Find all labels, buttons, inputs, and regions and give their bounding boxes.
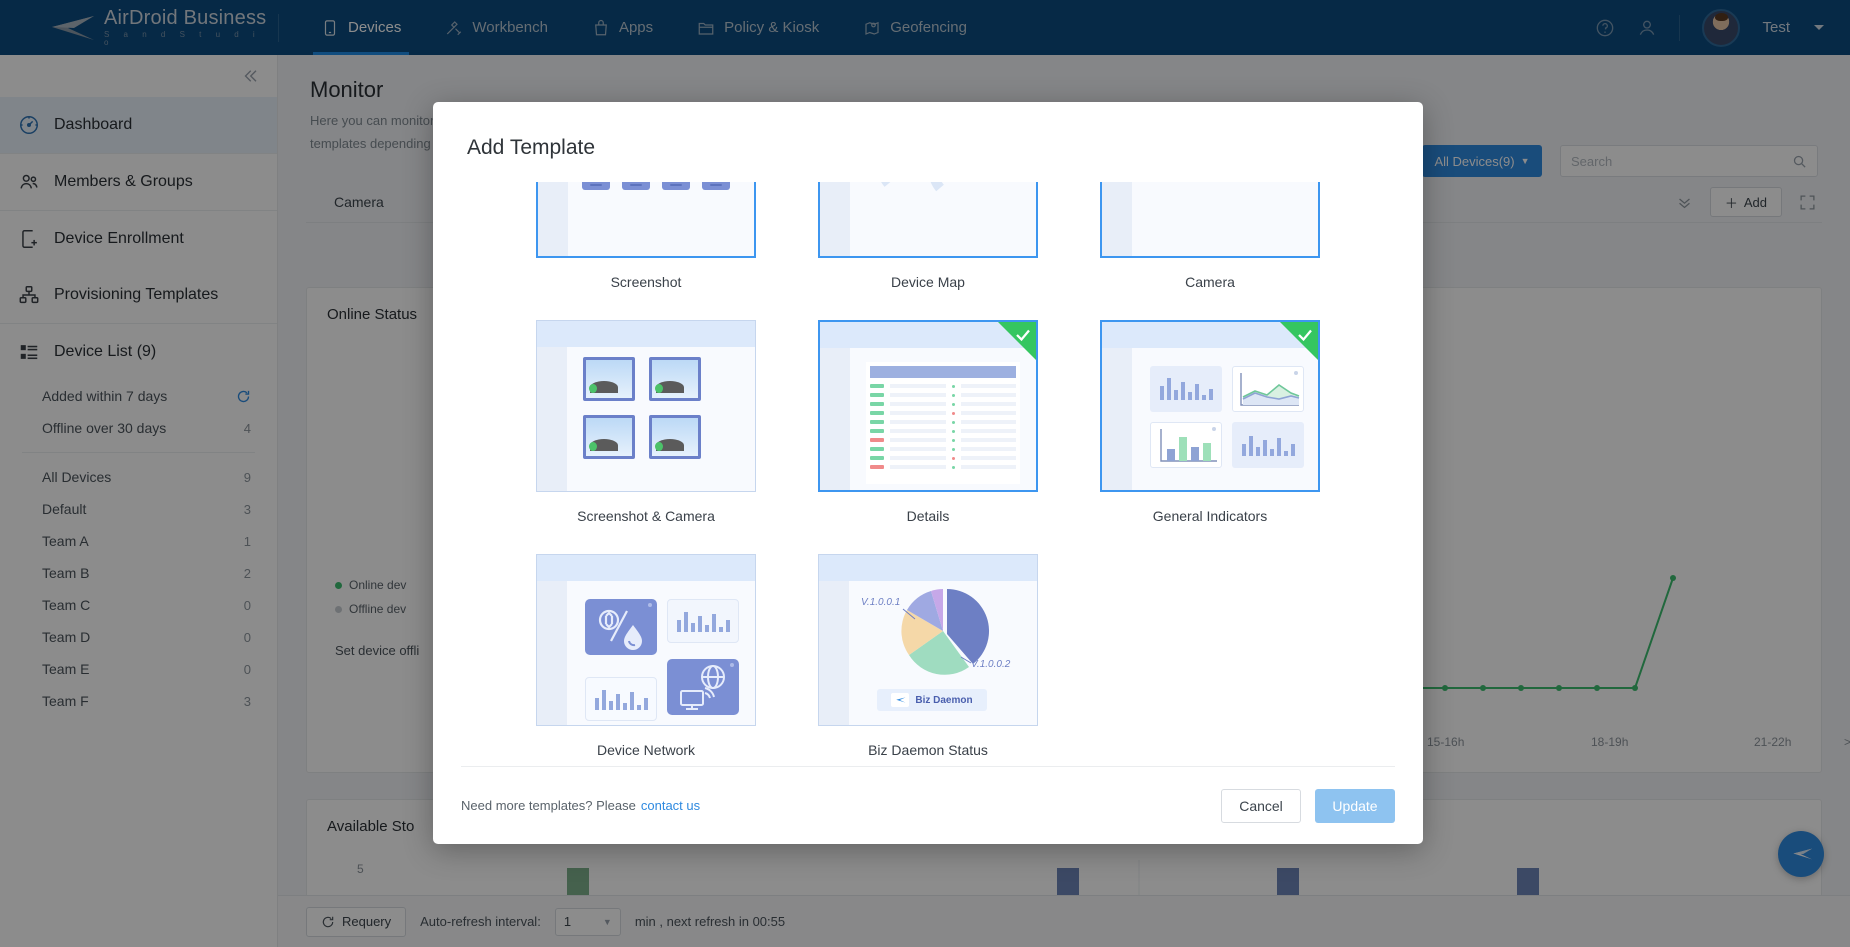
template-card-device-map[interactable]: Device Map (818, 182, 1038, 320)
template-thumb[interactable] (818, 182, 1038, 258)
template-label: Screenshot & Camera (577, 508, 715, 524)
template-label: Camera (1185, 274, 1235, 290)
biz-daemon-pie-chart: V.1.0.0.1 V.1.0.0.2 (861, 589, 1011, 675)
template-label: Device Map (891, 274, 965, 290)
biz-daemon-button-label: Biz Daemon (915, 694, 973, 706)
dialog-title: Add Template (467, 136, 596, 159)
template-thumb[interactable] (536, 554, 756, 726)
add-template-dialog: Add Template Screenshot Device Map Camer… (433, 102, 1423, 844)
template-card-general-indicators[interactable]: General Indicators (1100, 320, 1320, 554)
template-card-biz-daemon-status[interactable]: V.1.0.0.1 V.1.0.0.2 Biz Daemon Biz Daemo… (818, 554, 1038, 766)
dialog-buttons: Cancel Update (1221, 788, 1395, 823)
template-thumb[interactable] (1100, 182, 1320, 258)
pie-label-v1002: V.1.0.0.2 (971, 659, 1011, 670)
check-icon (1016, 329, 1030, 342)
footer-text: Need more templates? Please (461, 798, 636, 813)
map-icon (881, 182, 945, 192)
template-thumb[interactable] (536, 182, 756, 258)
dialog-footer: Need more templates? Please contact us C… (461, 766, 1395, 844)
template-thumb[interactable] (536, 320, 756, 492)
template-card-device-network[interactable]: Device Network (536, 554, 756, 766)
template-card-screenshot[interactable]: Screenshot (536, 182, 756, 320)
airdroid-arrow-icon (896, 697, 906, 703)
template-label: General Indicators (1152, 508, 1268, 524)
update-button[interactable]: Update (1315, 788, 1395, 823)
template-thumb[interactable] (1100, 320, 1320, 492)
template-label: Biz Daemon Status (868, 742, 988, 758)
template-card-screenshot-camera[interactable]: Screenshot & Camera (536, 320, 756, 554)
template-grid-scroll-area[interactable]: Screenshot Device Map Camera Screenshot … (461, 182, 1395, 766)
template-grid: Screenshot Device Map Camera Screenshot … (461, 182, 1395, 766)
template-card-camera[interactable]: Camera (1100, 182, 1320, 320)
template-label: Screenshot (610, 274, 682, 290)
template-card-details[interactable]: Details (818, 320, 1038, 554)
contact-us-link[interactable]: contact us (641, 798, 700, 813)
app-root: AirDroid Business S a n d S t u d i o De… (0, 0, 1850, 947)
template-thumb[interactable]: V.1.0.0.1 V.1.0.0.2 Biz Daemon (818, 554, 1038, 726)
template-thumb[interactable] (818, 320, 1038, 492)
template-label: Device Network (596, 742, 696, 758)
template-label: Details (906, 508, 950, 524)
cancel-button[interactable]: Cancel (1221, 788, 1301, 823)
biz-daemon-button[interactable]: Biz Daemon (877, 689, 987, 711)
check-icon (1298, 329, 1312, 342)
pie-label-v1001: V.1.0.0.1 (861, 597, 900, 608)
